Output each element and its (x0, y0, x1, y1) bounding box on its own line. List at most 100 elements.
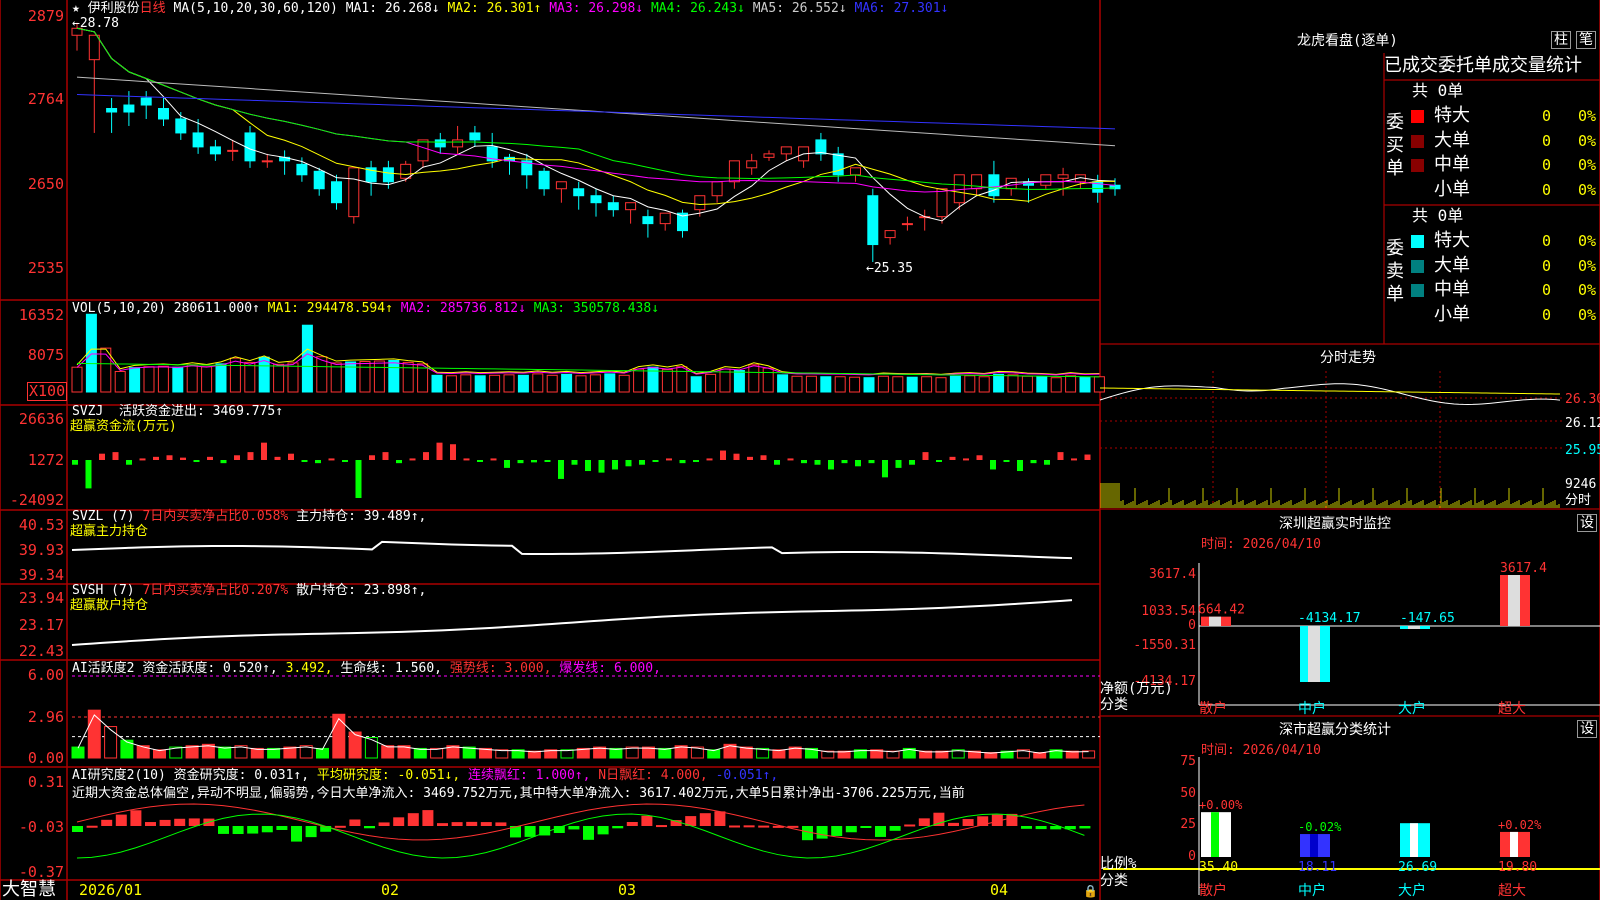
svzj-bar (895, 460, 902, 468)
volume-bar (820, 376, 832, 393)
svzj-bar (342, 460, 348, 462)
candle (88, 34, 100, 61)
svzj-bar (666, 458, 672, 461)
svzj-tick: 1272 (27, 451, 64, 469)
monitor-time: 时间: 2026/04/10 (1201, 537, 1321, 552)
classify-category-label: 大户 (1398, 882, 1426, 899)
intraday-price-line (1099, 383, 1561, 405)
research-bar (743, 825, 755, 828)
research-bar (948, 822, 959, 826)
classify-settings-button[interactable]: 设 (1577, 720, 1597, 738)
svsh-subtitle: 超赢散户持仓 (70, 598, 149, 613)
candle (711, 181, 723, 197)
research-bar (145, 822, 156, 826)
research-bar (72, 826, 83, 832)
ai-research-header: AI研究度2(10) 资金研究度: 0.031↑, 平均研究度: -0.051↓… (72, 768, 779, 783)
order-size-label: 特大 (1434, 230, 1470, 251)
volume-bar (460, 374, 472, 393)
svzj-bar (220, 460, 227, 464)
volume-bar (777, 374, 789, 393)
stock-name[interactable]: 伊利股份 (88, 1, 140, 16)
svzj-bar (207, 456, 213, 460)
candle (538, 170, 550, 190)
research-bar (816, 826, 828, 839)
classify-value-label: 19.80 (1498, 860, 1537, 875)
vol-tick: 16352 (18, 306, 64, 324)
candle (1040, 174, 1052, 186)
date-tick: 04 (990, 881, 1009, 899)
intraday-price-label: 26.30 (1565, 392, 1600, 407)
ai2-tick: 0.00 (27, 749, 64, 767)
research-bar (626, 821, 638, 826)
max-price-label: ←28.78 (72, 16, 119, 31)
svzj-header: SVZJ 活跃资金进出: 3469.775↑ (72, 404, 284, 419)
research-bar (174, 818, 186, 826)
svsh-tick: 23.94 (18, 589, 64, 607)
svzj-bar (301, 460, 308, 462)
research-bar (159, 819, 171, 826)
lock-icon[interactable]: 🔒 (1083, 884, 1098, 898)
research-bar (699, 813, 711, 826)
candle (400, 163, 412, 179)
volume-bar (114, 370, 126, 393)
svzj-bar (652, 460, 659, 462)
research-bar (524, 826, 536, 837)
svzj-bar (382, 452, 389, 460)
monitor-title: 深圳超赢实时监控 (1279, 516, 1391, 532)
order-count: 0 (1542, 305, 1552, 324)
research-bar (918, 818, 930, 826)
svzj-bar (868, 460, 875, 464)
order-percent: 0% (1578, 232, 1597, 250)
order-percent: 0% (1578, 180, 1597, 199)
svzj-bar (1017, 460, 1023, 472)
chart-header: ★ 伊利股份日线 MA(5,10,20,30,60,120) MA1: 26.2… (72, 1, 948, 16)
svzl-subtitle: 超赢主力持仓 (70, 524, 149, 539)
tick-mode-button[interactable]: 笔 (1576, 31, 1596, 49)
volume-bar (575, 375, 587, 393)
volume-bar (1079, 376, 1091, 393)
svzj-bar (99, 453, 105, 460)
svzj-bar (693, 460, 699, 462)
order-size-label: 中单 (1434, 154, 1470, 175)
ma1-value: MA1: 26.268↓ (345, 1, 440, 16)
volume-bar (373, 360, 385, 393)
bar-mode-button[interactable]: 柱 (1551, 31, 1571, 49)
candle (988, 174, 1000, 197)
svzj-bar (1084, 454, 1091, 460)
candle (296, 163, 308, 176)
monitor-settings-button[interactable]: 设 (1577, 514, 1597, 532)
classify-value-label: 26.69 (1398, 860, 1437, 875)
svzj-bar (774, 460, 780, 465)
ma2-value: MA2: 26.301↑ (447, 1, 542, 16)
research-bar (422, 810, 434, 826)
svzj-bar (747, 456, 753, 460)
volume-bar (201, 366, 213, 393)
research-bar (641, 815, 653, 826)
svzj-bar (679, 460, 686, 464)
order-percent: 0% (1578, 107, 1597, 125)
volume-bar (157, 365, 169, 393)
svzj-bar (463, 458, 470, 461)
star-icon[interactable]: ★ (72, 1, 80, 16)
svzj-bar (1003, 460, 1010, 462)
svzj-bar (517, 460, 524, 464)
date-tick: 2026/01 (79, 881, 143, 899)
volume-bar (935, 377, 947, 393)
research-bar (656, 825, 667, 828)
order-color-swatch (1411, 110, 1424, 123)
volume-bar (633, 368, 645, 393)
svzj-bar (598, 460, 605, 473)
main-chart-canvas: 664.42 散户 -4134.17 中户 -147.65 大户 3617.4 超大 +0.00… (71, 22, 1600, 899)
order-count: 0 (1542, 107, 1552, 125)
vol-unit-badge[interactable]: X100 (27, 382, 68, 401)
volume-bar (1050, 377, 1062, 393)
intraday-price-label: 26.12 (1565, 416, 1600, 431)
svzj-bar (814, 460, 821, 465)
period-label[interactable]: 日线 (140, 1, 166, 16)
svzj-subtitle: 超赢资金流(万元) (70, 419, 177, 434)
intraday-price-label: 25.95 (1565, 443, 1600, 458)
candle (382, 167, 394, 183)
order-color-swatch (1411, 259, 1424, 273)
volume-bar (244, 361, 256, 393)
candle (192, 132, 204, 148)
